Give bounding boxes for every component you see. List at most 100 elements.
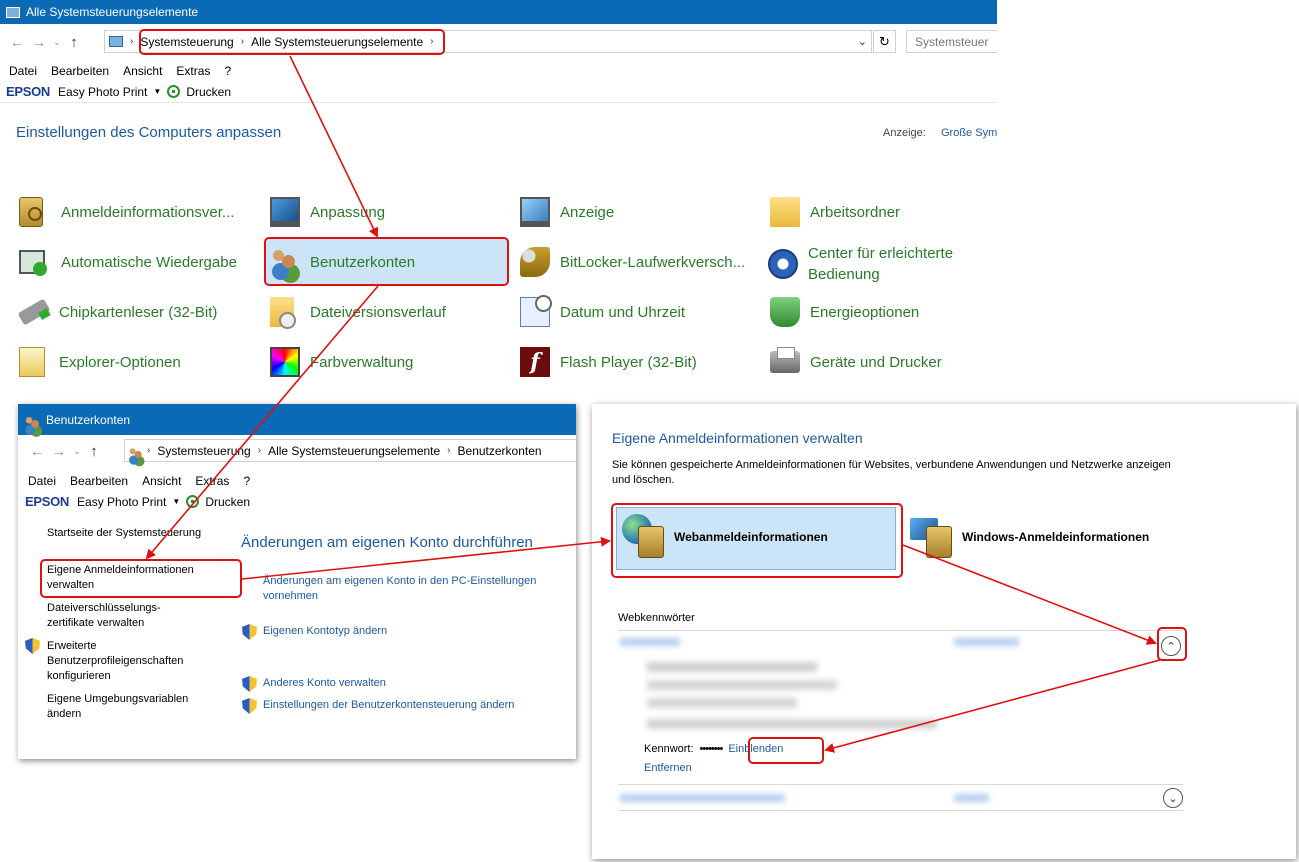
window-title: Alle Systemsteuerungselemente (26, 5, 199, 19)
menu-help[interactable]: ? (243, 474, 250, 488)
highlight-collapse-box (1157, 627, 1187, 661)
smart-card-reader-icon (17, 298, 51, 326)
print-button[interactable]: Drucken (186, 85, 231, 99)
cp-item-power-options[interactable]: Energieoptionen (770, 292, 919, 332)
file-history-icon (270, 297, 296, 329)
uac-shield-icon (242, 698, 257, 714)
cp-item-date-time[interactable]: Datum und Uhrzeit (520, 292, 685, 332)
breadcrumb-separator-icon: › (147, 445, 151, 456)
cp-item-display[interactable]: Anzeige (520, 192, 614, 232)
back-arrow-icon[interactable]: ← (6, 34, 28, 50)
cp-item-label: Arbeitsordner (810, 203, 901, 221)
cp-item-label: Center für erleichterte Bedienung (808, 245, 954, 283)
credential-manager-icon (19, 197, 43, 227)
refresh-icon[interactable]: ↻ (873, 30, 896, 53)
blurred-entry-url (647, 662, 817, 672)
display-icon (520, 197, 550, 227)
breadcrumb-item[interactable]: Benutzerkonten (454, 444, 546, 458)
easy-photo-print-button[interactable]: Easy Photo Print (77, 495, 166, 509)
blurred-entry-detail (647, 698, 797, 708)
cp-item-label: Automatische Wiedergabe (61, 253, 237, 271)
easy-photo-print-button[interactable]: Easy Photo Print (58, 85, 147, 99)
menu-datei[interactable]: Datei (9, 64, 37, 78)
blurred-entry-user (647, 680, 837, 690)
uac-settings-link[interactable]: Einstellungen der Benutzerkontensteuerun… (263, 699, 514, 711)
windows-credentials-tab[interactable]: Windows-Anmeldeinformationen (910, 514, 1149, 560)
cp-item-explorer-options[interactable]: Explorer-Optionen (19, 342, 181, 382)
bitlocker-icon (520, 247, 550, 277)
cp-item-label: Anmeldeinformationsver... (61, 203, 235, 221)
address-bar[interactable]: › Systemsteuerung › Alle Systemsteuerung… (124, 439, 576, 462)
menu-bearbeiten[interactable]: Bearbeiten (51, 64, 109, 78)
sidebar-advanced-profile-link[interactable]: Erweiterte Benutzerprofileigenschaften k… (47, 639, 217, 684)
cp-item-personalization[interactable]: Anpassung (270, 192, 385, 232)
menu-bearbeiten[interactable]: Bearbeiten (70, 474, 128, 488)
sidebar-file-encryption-link[interactable]: Dateiverschlüsselungs- zertifikate verwa… (47, 601, 187, 631)
up-arrow-icon[interactable]: ↑ (64, 34, 84, 51)
dropdown-arrow-icon[interactable]: ▼ (153, 87, 161, 96)
sidebar-environment-variables-link[interactable]: Eigene Umgebungsvariablen ändern (47, 692, 217, 722)
divider (618, 630, 1183, 631)
back-arrow-icon[interactable]: ← (26, 443, 48, 459)
menu-extras[interactable]: Extras (176, 64, 210, 78)
breadcrumb-item[interactable]: Systemsteuerung (153, 444, 254, 458)
cp-item-color-management[interactable]: Farbverwaltung (270, 342, 413, 382)
cp-item-file-history[interactable]: Dateiversionsverlauf (270, 292, 446, 332)
devices-printers-icon (770, 347, 800, 373)
uac-shield-icon (242, 624, 257, 640)
dropdown-arrow-icon[interactable]: ▼ (172, 497, 180, 506)
blurred-entry-info (647, 719, 937, 729)
highlight-manage-credentials-box (40, 559, 242, 598)
uac-shield-icon (25, 638, 40, 654)
blurred-entry-date (954, 638, 1019, 646)
divider (618, 784, 1183, 785)
search-input[interactable]: Systemsteuer (906, 30, 997, 53)
change-account-type-link[interactable]: Eigenen Kontotyp ändern (263, 625, 387, 637)
uac-shield-icon (242, 676, 257, 692)
control-panel-window: Alle Systemsteuerungselemente ← → ⌄ ↑ › … (0, 0, 997, 400)
cp-item-credential-manager[interactable]: Anmeldeinformationsver... (19, 192, 234, 232)
menu-ansicht[interactable]: Ansicht (123, 64, 162, 78)
up-arrow-icon[interactable]: ↑ (84, 443, 104, 460)
highlight-show-password-box (748, 737, 824, 764)
cp-item-devices-printers[interactable]: Geräte und Drucker (770, 342, 942, 382)
flash-player-icon: f (520, 347, 550, 377)
breadcrumb-separator-icon: › (447, 445, 451, 456)
print-icon (167, 85, 181, 98)
expand-chevron-icon[interactable]: ⌄ (1163, 788, 1183, 808)
user-accounts-icon (128, 446, 142, 458)
section-label: Webkennwörter (618, 612, 695, 624)
recent-chevron-icon[interactable]: ⌄ (70, 446, 84, 457)
address-dropdown-icon[interactable]: ⌄ (858, 35, 867, 48)
forward-arrow-icon[interactable]: → (28, 34, 50, 50)
cp-item-smart-card-reader[interactable]: Chipkartenleser (32-Bit) (17, 292, 218, 332)
panel-title: Eigene Anmeldeinformationen verwalten (612, 430, 863, 446)
menu-extras[interactable]: Extras (195, 474, 229, 488)
blurred-entry-title (620, 638, 680, 646)
highlight-address-box (139, 29, 445, 55)
cp-item-label: Chipkartenleser (32-Bit) (59, 303, 218, 321)
cp-item-label: Anzeige (560, 203, 615, 221)
personalization-icon (270, 197, 300, 227)
print-button[interactable]: Drucken (205, 495, 250, 509)
manage-other-account-link[interactable]: Anderes Konto verwalten (263, 677, 386, 689)
cp-item-bitlocker[interactable]: BitLocker-Laufwerkversch... (520, 242, 745, 282)
recent-chevron-icon[interactable]: ⌄ (50, 37, 64, 48)
menu-datei[interactable]: Datei (28, 474, 56, 488)
forward-arrow-icon[interactable]: → (48, 443, 70, 459)
menu-ansicht[interactable]: Ansicht (142, 474, 181, 488)
work-folders-icon (770, 197, 800, 227)
color-management-icon (270, 347, 300, 377)
cp-item-flash-player[interactable]: f Flash Player (32-Bit) (520, 342, 697, 382)
sidebar-home-link[interactable]: Startseite der Systemsteuerung (47, 527, 222, 539)
cp-item-ease-of-access[interactable]: Center für erleichterte Bedienung (768, 242, 968, 286)
view-mode-dropdown[interactable]: Große Sym (941, 127, 997, 139)
menu-help[interactable]: ? (224, 64, 231, 78)
remove-link[interactable]: Entfernen (644, 762, 692, 774)
cp-item-autoplay[interactable]: Automatische Wiedergabe (19, 242, 237, 282)
divider (618, 810, 1183, 811)
pc-settings-link[interactable]: Änderungen am eigenen Konto in den PC-Ei… (263, 574, 573, 604)
cp-item-work-folders[interactable]: Arbeitsordner (770, 192, 900, 232)
windows-credentials-icon (910, 514, 956, 560)
breadcrumb-item[interactable]: Alle Systemsteuerungselemente (264, 444, 444, 458)
